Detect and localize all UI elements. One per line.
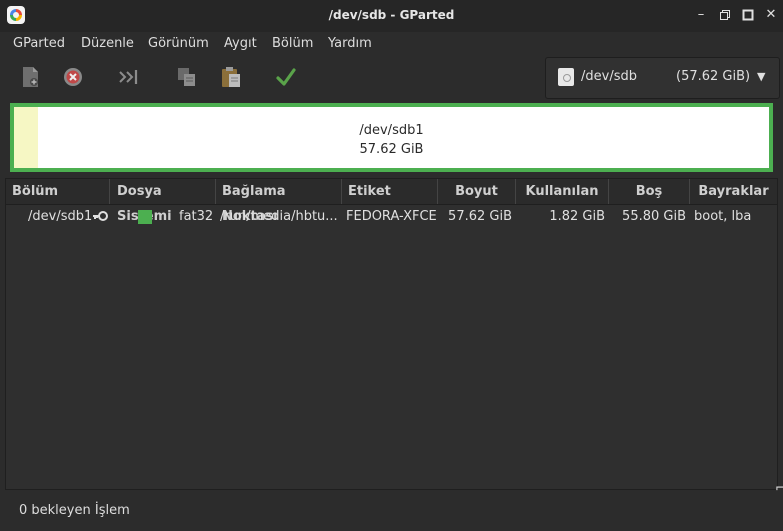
device-size: (57.62 GiB) bbox=[676, 69, 751, 84]
chevron-down-icon: ▼ bbox=[757, 70, 766, 83]
restore-icon bbox=[720, 10, 730, 20]
graph-partition-size: 57.62 GiB bbox=[359, 142, 424, 157]
cell-size: 57.62 GiB bbox=[448, 209, 512, 224]
maximize-icon bbox=[742, 9, 754, 21]
paste-button[interactable] bbox=[219, 65, 243, 89]
column-header-unused[interactable]: Boş bbox=[609, 179, 690, 204]
column-header-mountpoint[interactable]: Bağlama Noktası bbox=[216, 179, 342, 224]
partition-graph[interactable]: /dev/sdb1 57.62 GiB bbox=[10, 103, 773, 172]
filesystem-color-swatch bbox=[138, 210, 152, 224]
minimize-button[interactable]: – bbox=[694, 8, 708, 22]
gparted-window: /dev/sdb - GParted – ✕ GParted Düzenle G… bbox=[0, 0, 783, 531]
delete-partition-button[interactable] bbox=[61, 65, 85, 89]
copy-button[interactable] bbox=[175, 65, 199, 89]
column-header-size[interactable]: Boyut bbox=[438, 179, 516, 204]
disk-icon bbox=[558, 68, 574, 86]
delete-icon bbox=[64, 68, 82, 86]
column-header-partition[interactable]: Bölüm bbox=[6, 179, 110, 204]
resize-move-icon bbox=[119, 70, 138, 84]
new-document-icon bbox=[23, 67, 38, 87]
title-bar: /dev/sdb - GParted – ✕ bbox=[0, 0, 783, 32]
partition-graph-label: /dev/sdb1 57.62 GiB bbox=[14, 121, 769, 159]
cell-used: 1.82 GiB bbox=[549, 209, 605, 224]
menu-help[interactable]: Yardım bbox=[328, 36, 372, 51]
menu-bar: GParted Düzenle Görünüm Aygıt Bölüm Yard… bbox=[0, 32, 783, 56]
status-bar: 0 bekleyen İşlem ⌐ bbox=[0, 481, 783, 531]
column-header-label[interactable]: Etiket bbox=[342, 179, 438, 204]
device-name: /dev/sdb bbox=[581, 69, 637, 84]
column-header-used[interactable]: Kullanılan bbox=[516, 179, 609, 204]
column-header-filesystem[interactable]: Dosya Sistemi bbox=[110, 179, 216, 224]
restore-button[interactable] bbox=[718, 8, 732, 22]
partition-table: Bölüm Dosya Sistemi Bağlama Noktası Etik… bbox=[5, 178, 778, 490]
menu-device[interactable]: Aygıt bbox=[224, 36, 257, 51]
cell-unused: 55.80 GiB bbox=[622, 209, 686, 224]
cell-partition: /dev/sdb1 bbox=[28, 209, 93, 224]
cell-flags: boot, lba bbox=[694, 209, 752, 224]
table-row[interactable]: /dev/sdb1 fat32 /run/media/hbtu... FEDOR… bbox=[6, 205, 777, 229]
apply-button[interactable] bbox=[274, 65, 298, 89]
key-icon bbox=[93, 211, 108, 221]
paste-icon bbox=[222, 67, 240, 87]
maximize-button[interactable] bbox=[741, 8, 755, 22]
menu-partition[interactable]: Bölüm bbox=[272, 36, 313, 51]
close-button[interactable]: ✕ bbox=[764, 8, 778, 22]
cell-mountpoint: /run/media/hbtu... bbox=[220, 209, 338, 224]
menu-view[interactable]: Görünüm bbox=[148, 36, 209, 51]
device-selector[interactable]: /dev/sdb (57.62 GiB) ▼ bbox=[545, 57, 780, 99]
copy-icon bbox=[178, 68, 195, 86]
cell-label: FEDORA-XFCE bbox=[346, 209, 437, 224]
pending-operations-status[interactable]: 0 bekleyen İşlem bbox=[19, 503, 130, 518]
resize-move-button[interactable] bbox=[117, 65, 141, 89]
partition-graph-block[interactable]: /dev/sdb1 57.62 GiB bbox=[14, 107, 769, 168]
checkmark-icon bbox=[276, 68, 296, 86]
column-header-flags[interactable]: Bayraklar bbox=[690, 179, 777, 204]
table-header: Bölüm Dosya Sistemi Bağlama Noktası Etik… bbox=[6, 179, 777, 224]
mouse-cursor-icon: ⌐ bbox=[775, 481, 783, 496]
menu-gparted[interactable]: GParted bbox=[13, 36, 65, 51]
menu-edit[interactable]: Düzenle bbox=[81, 36, 134, 51]
cell-filesystem: fat32 bbox=[179, 209, 214, 224]
graph-partition-name: /dev/sdb1 bbox=[359, 123, 424, 138]
new-partition-button[interactable] bbox=[18, 65, 42, 89]
window-title: /dev/sdb - GParted bbox=[328, 8, 455, 22]
